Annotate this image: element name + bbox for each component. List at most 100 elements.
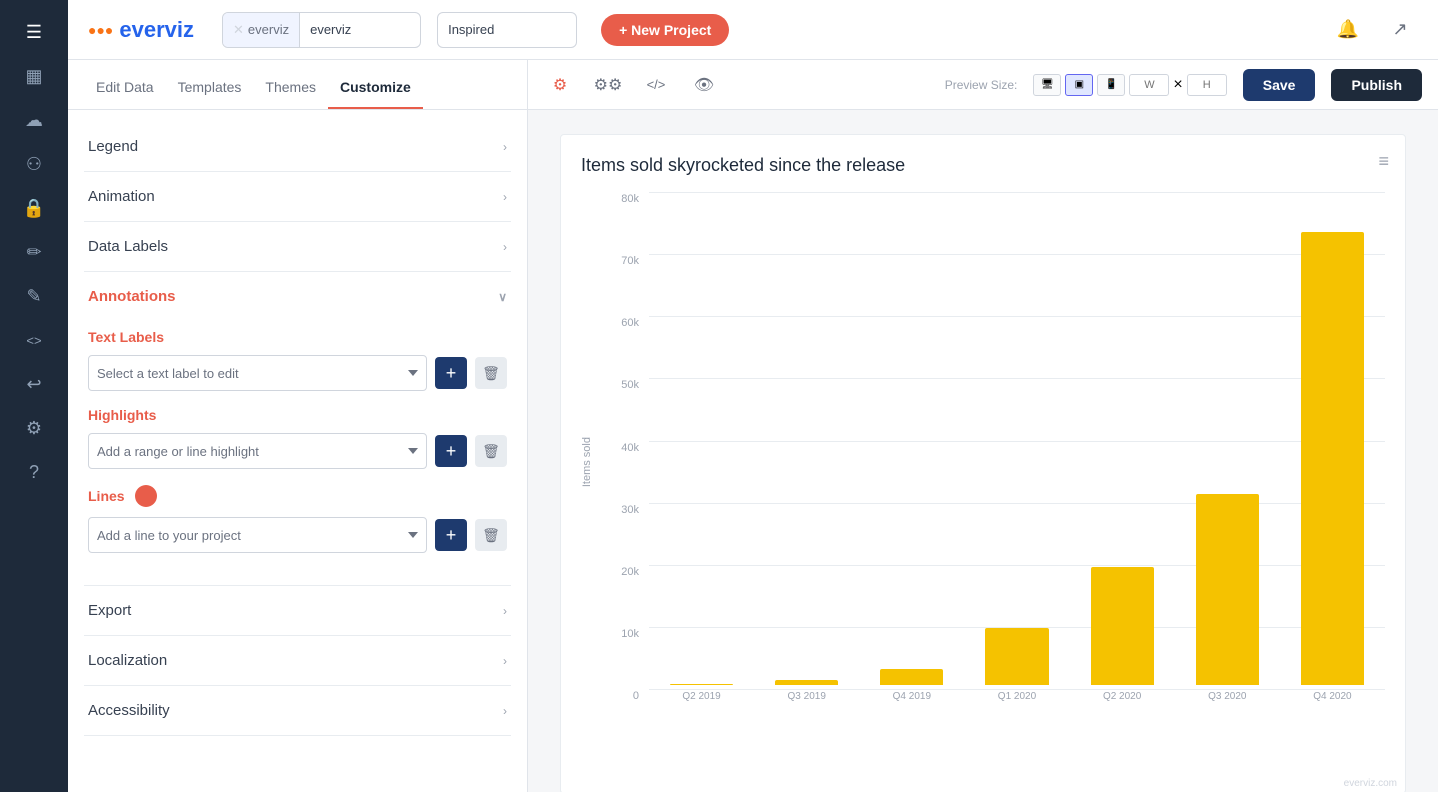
data-labels-header[interactable]: Data Labels › <box>84 222 511 271</box>
config-toolbar-icon[interactable]: ⚙⚙ <box>592 69 624 101</box>
new-project-button[interactable]: + New Project <box>601 14 729 46</box>
bar-group-q3-2020: Q3 2020 <box>1175 192 1280 702</box>
legend-header[interactable]: Legend › <box>84 122 511 171</box>
save-button[interactable]: Save <box>1243 69 1316 101</box>
highlights-row: Add a range or line highlight + 🗑 <box>88 433 507 469</box>
legend-label: Legend <box>88 138 138 155</box>
bar-group-q4-2019: Q4 2019 <box>859 192 964 702</box>
text-label-select[interactable]: Select a text label to edit <box>88 355 427 391</box>
code-toolbar-icon[interactable]: </> <box>640 69 672 101</box>
animation-header[interactable]: Animation › <box>84 172 511 221</box>
tab-edit-data[interactable]: Edit Data <box>84 79 166 109</box>
text-label-add-button[interactable]: + <box>435 357 467 389</box>
bar-group-q2-2019: Q2 2019 <box>649 192 754 702</box>
desktop-preview-button[interactable]: 🖥 <box>1033 74 1061 96</box>
nav-edit-icon[interactable]: ✎ <box>14 276 54 316</box>
bar-label-2: Q4 2019 <box>893 691 931 702</box>
nav-settings-icon[interactable]: ⚙ <box>14 408 54 448</box>
y-tick-10k: 10k <box>599 628 639 640</box>
text-label-delete-button[interactable]: 🗑 <box>475 357 507 389</box>
sidebar-scroll: Legend › Animation › Data Labels › <box>68 110 527 792</box>
bar-4[interactable] <box>1091 567 1154 685</box>
accessibility-header[interactable]: Accessibility › <box>84 686 511 735</box>
tablet-preview-button[interactable]: ▣ <box>1065 74 1093 96</box>
localization-section: Localization › <box>84 636 511 686</box>
share-icon[interactable]: ↗ <box>1382 12 1418 48</box>
subtitle-input[interactable] <box>437 12 577 48</box>
nav-help-icon[interactable]: ? <box>14 452 54 492</box>
animation-chevron-icon: › <box>503 190 507 204</box>
bar-label-4: Q2 2020 <box>1103 691 1141 702</box>
bar-label-1: Q3 2019 <box>788 691 826 702</box>
line-delete-button[interactable]: 🗑 <box>475 519 507 551</box>
tab-templates[interactable]: Templates <box>166 79 254 109</box>
y-tick-80k: 80k <box>599 193 639 205</box>
annotations-label: Annotations <box>88 288 176 305</box>
y-tick-40k: 40k <box>599 442 639 454</box>
nav-pen-icon[interactable]: ✏ <box>14 232 54 272</box>
header: ●●● everviz ✕ everviz + New Project 🔔 ↗ <box>68 0 1438 60</box>
nav-cloud-icon[interactable]: ☁ <box>14 100 54 140</box>
export-label: Export <box>88 602 131 619</box>
annotations-section: Annotations ∨ Text Labels Select a text … <box>84 272 511 586</box>
project-name-input[interactable] <box>300 22 420 37</box>
tab-themes[interactable]: Themes <box>253 79 328 109</box>
animation-label: Animation <box>88 188 155 205</box>
data-labels-chevron-icon: › <box>503 240 507 254</box>
preview-size-buttons: 🖥 ▣ 📱 × <box>1033 74 1226 96</box>
nav-lock-icon[interactable]: 🔒 <box>14 188 54 228</box>
bar-0[interactable] <box>670 684 733 685</box>
tab-bar: Edit Data Templates Themes Customize <box>68 60 527 110</box>
chart-menu-icon[interactable]: ≡ <box>1378 151 1389 172</box>
export-header[interactable]: Export › <box>84 586 511 635</box>
line-add-button[interactable]: + <box>435 519 467 551</box>
text-labels-title: Text Labels <box>88 329 507 345</box>
highlight-delete-button[interactable]: 🗑 <box>475 435 507 467</box>
bar-label-5: Q3 2020 <box>1208 691 1246 702</box>
customize-sidebar: Edit Data Templates Themes Customize Leg… <box>68 60 528 792</box>
bar-1[interactable] <box>775 680 838 685</box>
bar-5[interactable] <box>1196 494 1259 685</box>
lines-active-indicator <box>135 485 157 507</box>
nav-users-icon[interactable]: ⚇ <box>14 144 54 184</box>
width-size-input[interactable] <box>1129 74 1169 96</box>
export-section: Export › <box>84 586 511 636</box>
bar-label-0: Q2 2019 <box>682 691 720 702</box>
nav-undo-icon[interactable]: ↩ <box>14 364 54 404</box>
y-tick-20k: 20k <box>599 566 639 578</box>
tab-customize[interactable]: Customize <box>328 79 423 109</box>
annotations-content: Text Labels Select a text label to edit … <box>84 321 511 585</box>
nav-sidebar: ☰ ▦ ☁ ⚇ 🔒 ✏ ✎ <> ↩ ⚙ ? <box>0 0 68 792</box>
bar-3[interactable] <box>985 628 1048 685</box>
lines-title: Lines <box>88 488 125 504</box>
y-tick-60k: 60k <box>599 317 639 329</box>
notification-icon[interactable]: 🔔 <box>1330 12 1366 48</box>
breadcrumb-tag: ✕ everviz <box>223 13 300 47</box>
nav-code-icon[interactable]: <> <box>14 320 54 360</box>
accessibility-chevron-icon: › <box>503 704 507 718</box>
annotations-header[interactable]: Annotations ∨ <box>84 272 511 321</box>
preview-toolbar-icon[interactable]: 👁 <box>688 69 720 101</box>
settings-toolbar-icon[interactable]: ⚙ <box>544 69 576 101</box>
chart-canvas: Items sold skyrocketed since the release… <box>528 110 1438 792</box>
nav-chart-icon[interactable]: ▦ <box>14 56 54 96</box>
bar-label-6: Q4 2020 <box>1313 691 1351 702</box>
highlight-add-button[interactable]: + <box>435 435 467 467</box>
nav-menu-icon[interactable]: ☰ <box>14 12 54 52</box>
publish-button[interactable]: Publish <box>1331 69 1422 101</box>
highlight-select[interactable]: Add a range or line highlight <box>88 433 427 469</box>
size-separator: × <box>1173 76 1182 94</box>
bar-2[interactable] <box>880 669 943 685</box>
phone-preview-button[interactable]: 📱 <box>1097 74 1125 96</box>
line-select[interactable]: Add a line to your project <box>88 517 427 553</box>
bar-6[interactable] <box>1301 232 1364 685</box>
preview-size-label: Preview Size: <box>945 78 1018 92</box>
logo: ●●● everviz <box>88 17 194 43</box>
localization-header[interactable]: Localization › <box>84 636 511 685</box>
logo-text: everviz <box>119 17 194 43</box>
localization-label: Localization <box>88 652 167 669</box>
height-size-input[interactable] <box>1187 74 1227 96</box>
bars-container: Q2 2019Q3 2019Q4 2019Q1 2020Q2 2020Q3 20… <box>649 192 1385 702</box>
data-labels-section: Data Labels › <box>84 222 511 272</box>
export-chevron-icon: › <box>503 604 507 618</box>
